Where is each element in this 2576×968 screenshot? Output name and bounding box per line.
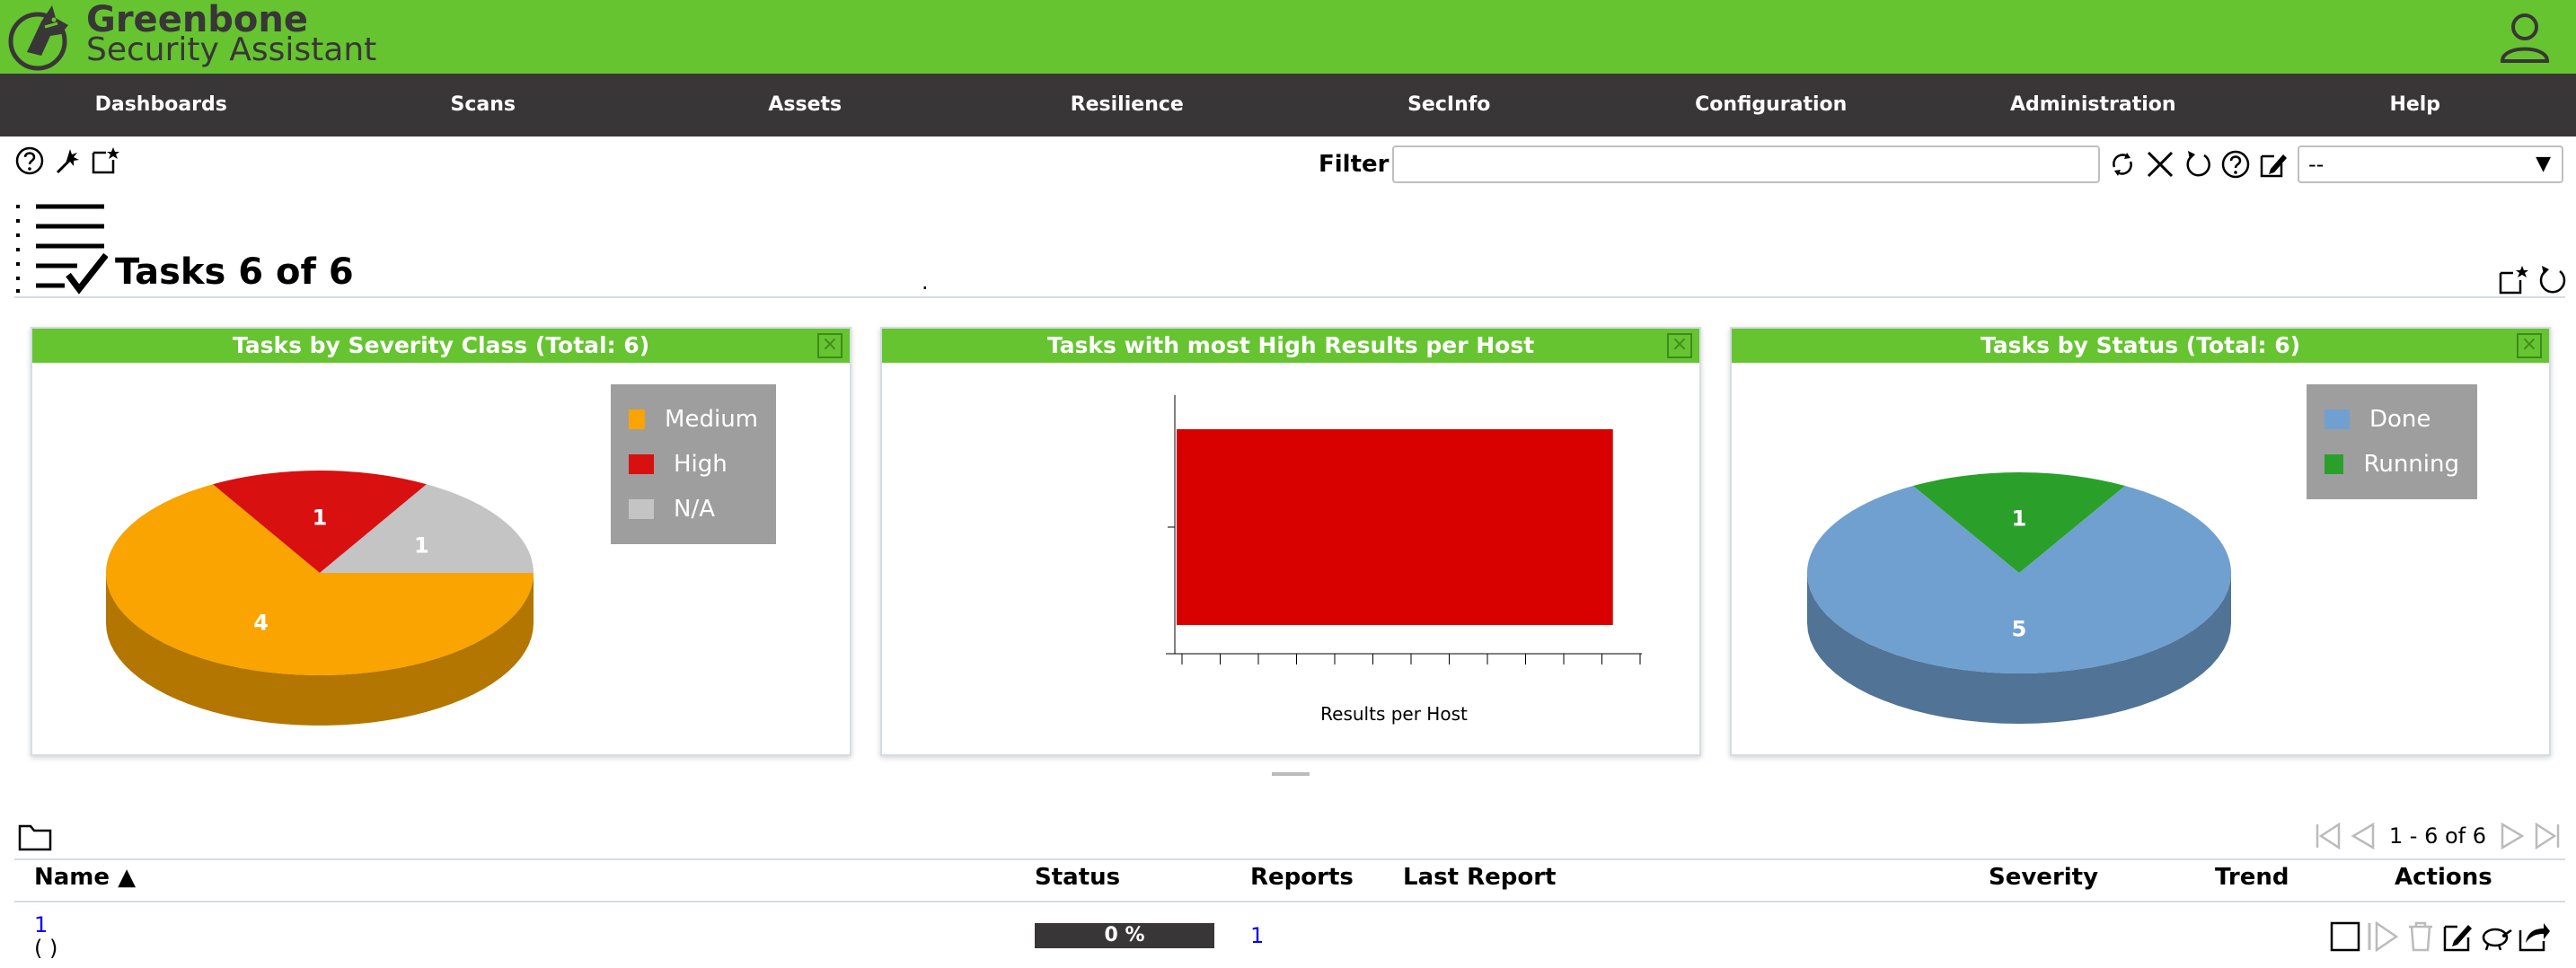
nav-administration[interactable]: Administration — [1932, 74, 2254, 136]
add-dashboard-display-icon[interactable] — [2497, 264, 2529, 296]
page-title: Tasks 6 of 6 — [115, 251, 354, 293]
high-results-bar-chart: Results per Host — [1166, 395, 1642, 725]
bar — [1177, 429, 1613, 625]
legend-swatch — [629, 499, 654, 519]
column-name[interactable]: Name ▲ — [34, 864, 136, 891]
close-icon[interactable]: × — [817, 333, 842, 358]
table-divider — [14, 901, 2565, 902]
legend-item[interactable]: Medium — [629, 397, 758, 442]
status-progress-bar: 0 % — [1035, 923, 1214, 948]
filter-select-value: -- — [2308, 152, 2325, 177]
legend-item[interactable]: N/A — [629, 487, 758, 532]
panel-title[interactable]: Tasks by Status (Total: 6) — [1732, 329, 2549, 363]
legend-swatch — [629, 454, 654, 474]
panel-title[interactable]: Tasks by Severity Class (Total: 6) — [32, 329, 850, 363]
pie-value-label: 1 — [2012, 506, 2027, 531]
help-icon[interactable] — [14, 145, 45, 176]
filter-select[interactable]: -- ▼ — [2298, 145, 2563, 183]
task-wizard-icon[interactable] — [52, 145, 83, 176]
trash-icon[interactable] — [2404, 920, 2438, 954]
close-icon[interactable]: × — [2517, 333, 2542, 358]
panel-high-results: Tasks with most High Results per Host × … — [880, 327, 1701, 756]
column-severity[interactable]: Severity — [1989, 864, 2098, 891]
last-page-icon[interactable] — [2533, 821, 2563, 851]
legend-label: Medium — [665, 406, 758, 433]
app-header: Greenbone Security Assistant — [0, 0, 2576, 74]
dashboard-resize-handle[interactable] — [1272, 772, 1310, 776]
task-name-link[interactable]: 1 — [34, 912, 48, 937]
pie-value-label: 4 — [253, 610, 269, 635]
resume-task-icon[interactable] — [2366, 920, 2400, 954]
folder-icon[interactable] — [18, 823, 52, 851]
table-divider — [14, 858, 2565, 860]
previous-page-icon[interactable] — [2348, 821, 2378, 851]
nav-help[interactable]: Help — [2254, 74, 2576, 136]
title-divider — [14, 296, 2565, 298]
legend-label: Done — [2369, 406, 2431, 433]
export-icon[interactable] — [2517, 920, 2551, 954]
nav-secinfo[interactable]: SecInfo — [1288, 74, 1610, 136]
nav-resilience[interactable]: Resilience — [966, 74, 1289, 136]
pie-value-label: 1 — [313, 505, 328, 530]
greenbone-logo-icon[interactable] — [5, 0, 81, 74]
edit-icon[interactable] — [2441, 920, 2475, 954]
pie-value-label: 1 — [414, 533, 429, 559]
nav-assets[interactable]: Assets — [644, 74, 966, 136]
column-reports[interactable]: Reports — [1250, 864, 1354, 891]
status-legend: Done Running — [2307, 384, 2477, 499]
legend-item[interactable]: Running — [2325, 442, 2459, 487]
main-nav: Dashboards Scans Assets Resilience SecIn… — [0, 74, 2576, 136]
clone-icon[interactable] — [2479, 920, 2513, 954]
brand-subtitle: Security Assistant — [86, 31, 377, 68]
next-page-icon[interactable] — [2497, 821, 2527, 851]
reports-count-link[interactable]: 1 — [1250, 923, 1264, 948]
chevron-down-icon: ▼ — [2536, 153, 2551, 175]
legend-item[interactable]: High — [629, 442, 758, 487]
nav-dashboards[interactable]: Dashboards — [0, 74, 322, 136]
filter-input[interactable] — [1392, 145, 2100, 183]
nav-configuration[interactable]: Configuration — [1610, 74, 1933, 136]
legend-swatch — [2325, 454, 2344, 474]
legend-swatch — [629, 409, 646, 429]
start-task-icon[interactable] — [2328, 920, 2362, 954]
column-status[interactable]: Status — [1035, 864, 1120, 891]
pie-value-label: 5 — [2012, 617, 2027, 642]
task-comment: ( ) — [34, 936, 58, 961]
column-actions: Actions — [2395, 864, 2492, 891]
title-dot: . — [922, 269, 929, 295]
legend-label: High — [674, 451, 728, 478]
panel-severity: Tasks by Severity Class (Total: 6) × 4 1 1… — [31, 327, 851, 756]
pager-text: 1 - 6 of 6 — [2388, 823, 2486, 849]
legend-label: Running — [2363, 451, 2459, 478]
legend-swatch — [2325, 409, 2350, 429]
reset-dashboard-icon[interactable] — [2536, 264, 2569, 296]
reset-filter-icon[interactable] — [2183, 149, 2213, 180]
close-icon[interactable]: × — [1667, 333, 1692, 358]
edit-filter-icon[interactable] — [2258, 149, 2289, 180]
refresh-filter-icon[interactable] — [2107, 149, 2138, 180]
new-task-icon[interactable] — [90, 145, 120, 176]
user-icon[interactable] — [2499, 11, 2551, 63]
panel-title[interactable]: Tasks with most High Results per Host — [882, 329, 1699, 363]
filter-help-icon[interactable] — [2220, 149, 2251, 180]
column-trend[interactable]: Trend — [2215, 864, 2289, 891]
column-last-report[interactable]: Last Report — [1403, 864, 1556, 891]
legend-label: N/A — [674, 496, 715, 523]
pagination: 1 - 6 of 6 — [2312, 821, 2563, 851]
legend-item[interactable]: Done — [2325, 397, 2459, 442]
severity-legend: Medium High N/A — [611, 384, 776, 544]
filter-label: Filter — [1319, 151, 1389, 178]
x-axis-label: Results per Host — [1320, 703, 1468, 725]
first-page-icon[interactable] — [2312, 821, 2342, 851]
task-list-icon — [16, 204, 108, 295]
clear-filter-icon[interactable] — [2145, 149, 2175, 180]
panel-status: Tasks by Status (Total: 6) × 5 1 Done Run… — [1730, 327, 2551, 756]
nav-scans[interactable]: Scans — [322, 74, 645, 136]
